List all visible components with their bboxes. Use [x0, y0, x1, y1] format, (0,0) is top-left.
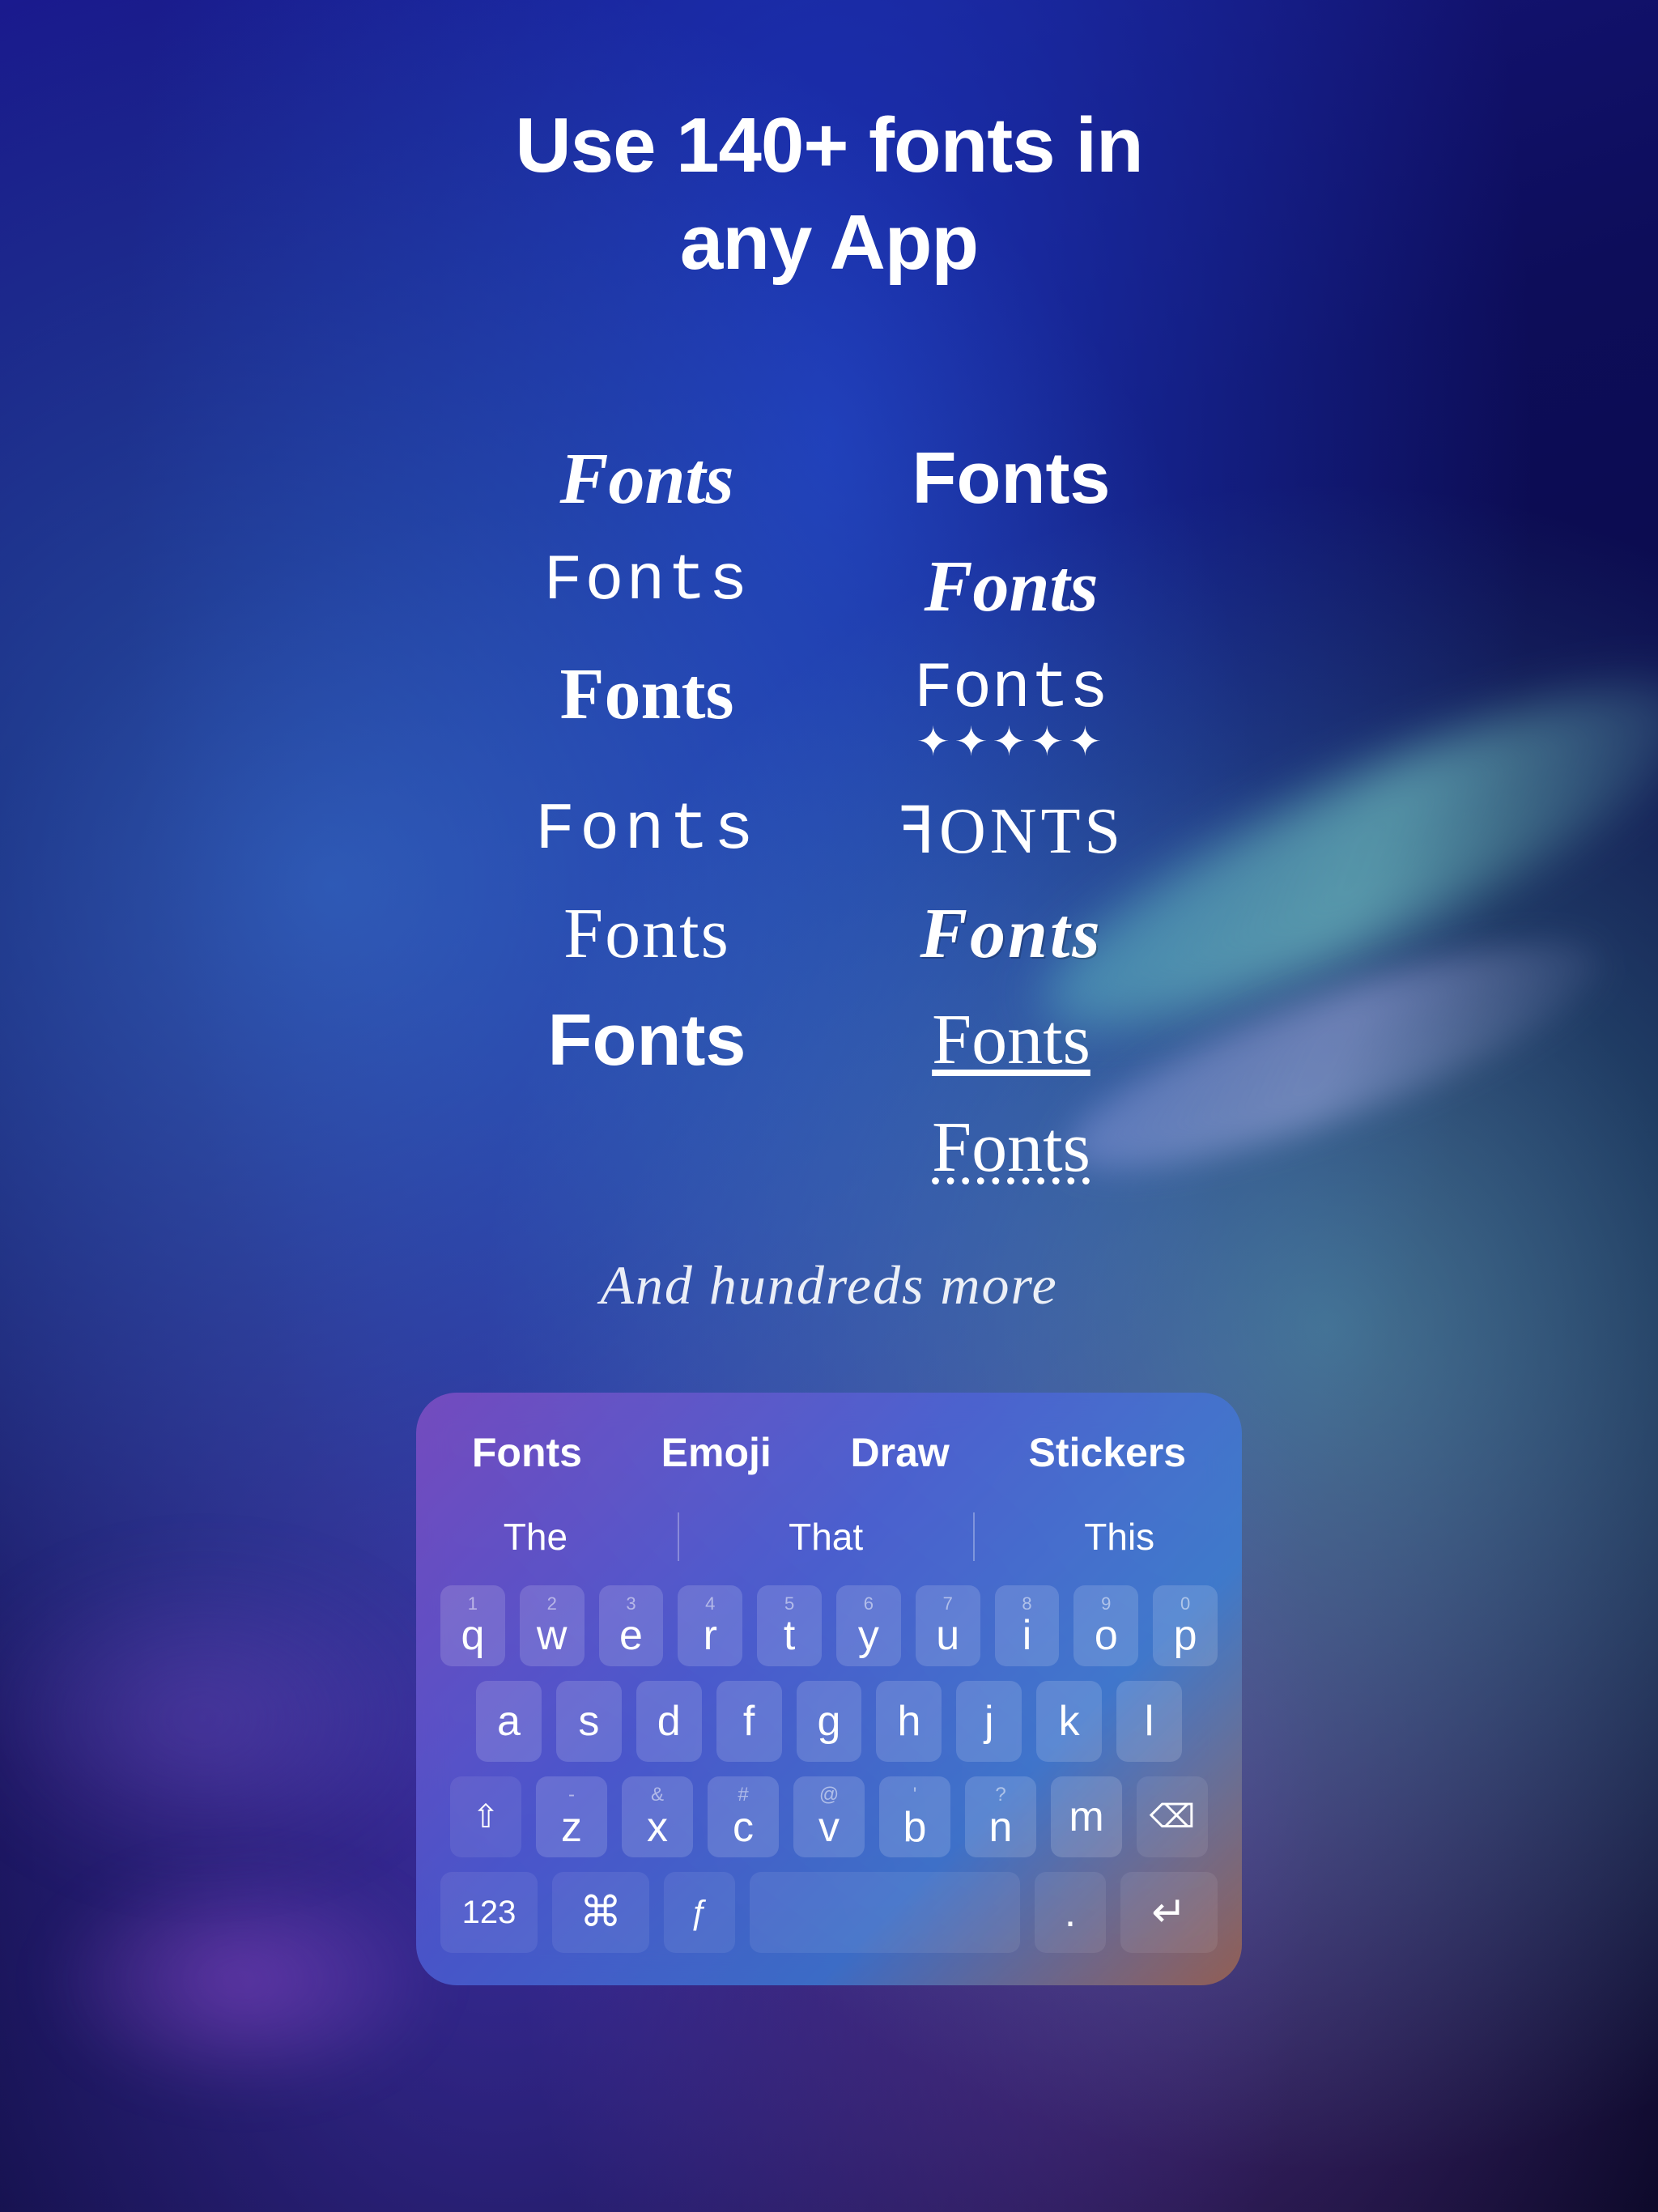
- font-sample-bold-sans: Fonts: [829, 437, 1193, 521]
- font-samples-grid: Fonts Fonts Fonts Fonts Fonts Fonts ✦✦✦✦…: [465, 437, 1193, 1189]
- tagline: And hundreds more: [600, 1253, 1057, 1317]
- font-sample-serif-bold: Fonts: [465, 653, 829, 768]
- header-title: Use 140+ fonts in any App: [515, 97, 1142, 291]
- main-content: Use 140+ fonts in any App Fonts Fonts Fo…: [0, 0, 1658, 2212]
- font-sample-monospace: Fonts: [465, 545, 829, 628]
- font-sample-sans-bold: Fonts: [465, 999, 829, 1083]
- font-sample-thin-wide: Fonts: [465, 793, 829, 869]
- font-sample-script: Fonts: [465, 437, 829, 521]
- font-sample-decorative: ꟻONTS: [829, 793, 1193, 869]
- font-sample-empty: [465, 1107, 829, 1189]
- font-sample-gothic: Fonts: [829, 893, 1193, 975]
- font-sample-dotted-underline: Fonts: [829, 1107, 1193, 1189]
- font-sample-underline: Fonts: [829, 999, 1193, 1083]
- font-sample-serif-stars: Fonts ✦✦✦✦✦: [829, 653, 1193, 768]
- font-sample-bold-italic: Fonts: [829, 545, 1193, 628]
- font-sample-thin: Fonts: [465, 893, 829, 975]
- header: Use 140+ fonts in any App: [434, 97, 1223, 291]
